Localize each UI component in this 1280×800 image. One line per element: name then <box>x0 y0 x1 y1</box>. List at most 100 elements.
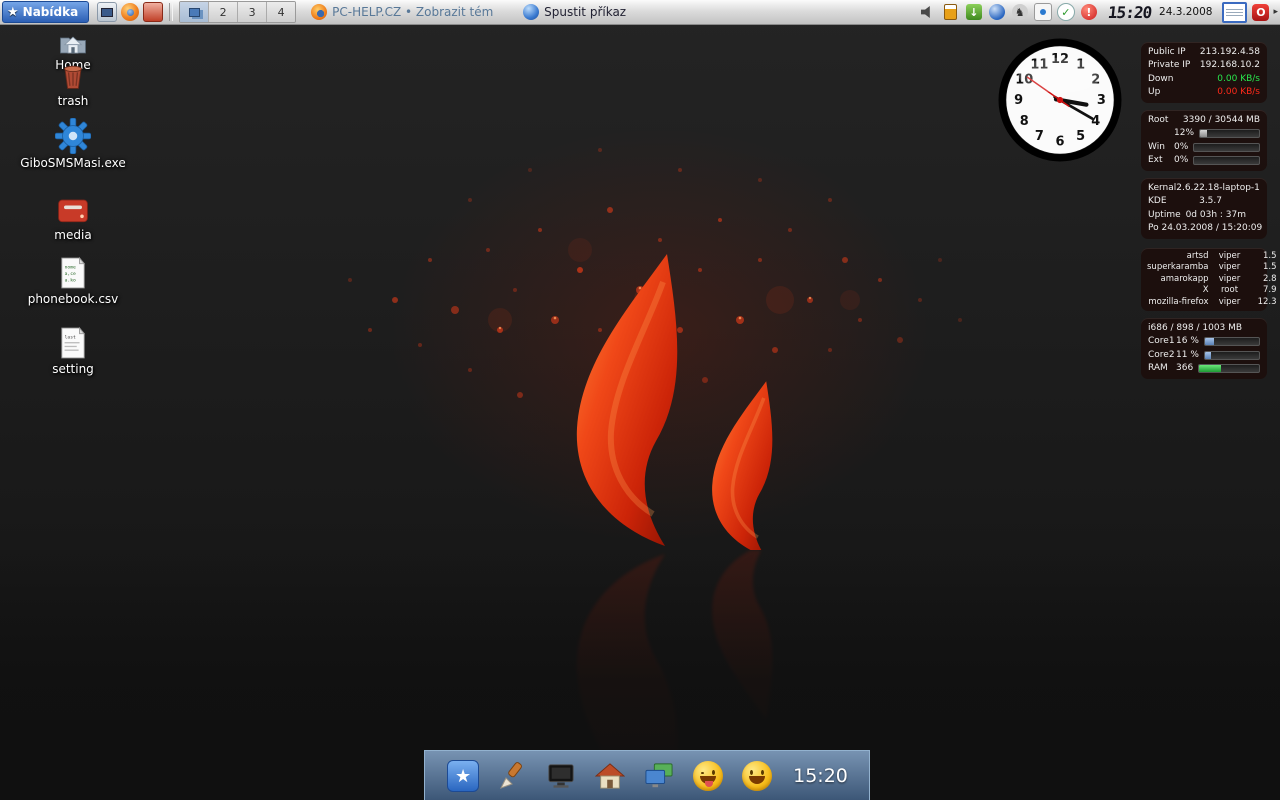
dock-menu-button[interactable]: ★ <box>446 757 480 795</box>
ext-usage-bar <box>1193 156 1260 165</box>
dock-smiley-button[interactable] <box>740 757 774 795</box>
cpu-ram-widget: i686 / 898 / 1003 MB Core116 % Core211 %… <box>1141 318 1267 379</box>
knight-glyph: ♞ <box>1012 4 1028 20</box>
arrow-down-glyph: ↓ <box>966 4 982 20</box>
svg-text:6: 6 <box>1056 134 1065 149</box>
screen-glyph <box>101 8 113 17</box>
paintbrush-icon <box>497 761 527 791</box>
dock-home-button[interactable] <box>593 757 627 795</box>
terminal-icon <box>546 762 576 790</box>
alert-icon[interactable]: ! <box>1080 3 1098 21</box>
window-icon <box>189 8 200 17</box>
home-icon <box>595 762 625 790</box>
dock-paint-button[interactable] <box>495 757 529 795</box>
krusader-launcher-icon[interactable] <box>143 2 163 22</box>
svg-text:a,ce: a,ce <box>65 272 76 277</box>
svg-text:a.ko: a.ko <box>65 277 76 283</box>
panel-hide-arrow-icon[interactable]: ▸ <box>1273 7 1278 17</box>
task-label: PC-HELP.CZ • Zobrazit tém <box>332 5 493 19</box>
panel-right-applets: O <box>1222 2 1269 23</box>
flame-logo <box>545 252 795 550</box>
taskbar-item-firefox[interactable]: PC-HELP.CZ • Zobrazit tém <box>304 1 508 23</box>
globe-glyph <box>127 9 134 16</box>
kmenu-button[interactable]: ★ Nabídka <box>2 1 89 23</box>
svg-text:8: 8 <box>1020 114 1029 129</box>
kopete-icon[interactable] <box>1034 3 1052 21</box>
win-usage-bar <box>1193 143 1260 152</box>
gear-icon <box>18 118 128 154</box>
disk-widget: Root3390 / 30544 MB 12% Win0% Ext0% <box>1141 110 1267 171</box>
konqueror-icon[interactable] <box>988 3 1006 21</box>
taskbar-item-run-command[interactable]: Spustit příkaz <box>516 1 670 23</box>
root-usage-bar <box>1199 129 1260 138</box>
mug-glyph <box>944 4 957 20</box>
panel-clock[interactable]: 15:20 <box>1107 3 1152 22</box>
up-speed: 0.00 KB/s <box>1217 87 1260 98</box>
panel-separator <box>169 3 173 21</box>
displays-icon <box>644 762 674 790</box>
system-tray: ↓ ♞ ✓ ! <box>919 3 1098 21</box>
analog-clock-widget: 1 2 3 4 5 6 7 8 9 10 11 12 <box>998 38 1122 162</box>
pager-desktop-2[interactable]: 2 <box>208 2 237 22</box>
network-widget: Public IP213.192.4.58 Private IP192.168.… <box>1141 42 1267 103</box>
desktop-screen: ★ Nabídka 2 3 4 PC-HELP.CZ • Zobrazit té… <box>0 0 1280 800</box>
dock-clock[interactable]: 15:20 <box>793 765 848 787</box>
icon-label: phonebook.csv <box>18 292 128 306</box>
trash-can-icon <box>18 56 128 92</box>
icon-label: trash <box>18 94 128 108</box>
svg-text:5: 5 <box>1076 129 1085 144</box>
download-icon[interactable]: ↓ <box>965 3 983 21</box>
process-table: artsdviper1.5 superkarambaviper1.5 amaro… <box>1141 251 1267 308</box>
star-icon: ★ <box>7 5 19 20</box>
kmenu-label: Nabídka <box>23 5 79 19</box>
dock-terminal-button[interactable] <box>544 757 578 795</box>
icon-label: GiboSMSMasi.exe <box>18 156 128 170</box>
text-file-icon: last <box>18 324 128 360</box>
chess-icon[interactable]: ♞ <box>1011 3 1029 21</box>
system-info-widget: Kernal2.6.22.18-laptop-1m KDE3.5.7 Uptim… <box>1141 178 1267 239</box>
drive-icon <box>18 190 128 226</box>
desktop-icon-media[interactable]: media <box>18 190 128 242</box>
pager-desktop-1[interactable] <box>180 2 208 22</box>
panel-date[interactable]: 24.3.2008 <box>1159 6 1212 18</box>
firefox-icon <box>311 4 327 20</box>
opera-icon[interactable]: O <box>1252 4 1269 21</box>
task-label: Spustit příkaz <box>544 5 626 19</box>
text-file-icon: nome a,ce a.ko <box>18 254 128 290</box>
leaf-icon[interactable]: ✓ <box>1057 3 1075 21</box>
volume-icon[interactable] <box>919 3 937 21</box>
smiley-icon <box>742 761 772 791</box>
icon-label: media <box>18 228 128 242</box>
core2-bar <box>1204 351 1260 360</box>
svg-text:4: 4 <box>1091 114 1100 129</box>
svg-text:nome: nome <box>65 265 76 270</box>
messenger-glyph <box>1034 3 1052 21</box>
firefox-launcher-icon[interactable] <box>121 3 139 21</box>
run-command-icon <box>523 4 539 20</box>
widget-datetime: Po 24.03.2008 / 15:20:09 <box>1148 223 1262 234</box>
dock-displays-button[interactable] <box>642 757 676 795</box>
desktop-icon-setting[interactable]: last setting <box>18 324 128 376</box>
exclamation-glyph: ! <box>1081 4 1097 20</box>
teatime-icon[interactable] <box>942 3 960 21</box>
quick-launchers <box>97 2 163 22</box>
icon-label: setting <box>18 362 128 376</box>
bottom-dock: ★ <box>424 750 870 800</box>
check-glyph: ✓ <box>1057 3 1075 21</box>
pager-desktop-3[interactable]: 3 <box>237 2 266 22</box>
desktop-icon-phonebook[interactable]: nome a,ce a.ko phonebook.csv <box>18 254 128 306</box>
system-monitor-launcher-icon[interactable] <box>97 2 117 22</box>
process-widget: artsdviper1.5 superkarambaviper1.5 amaro… <box>1141 248 1267 311</box>
desktop-pager: 2 3 4 <box>179 1 296 23</box>
pager-desktop-4[interactable]: 4 <box>266 2 295 22</box>
svg-text:last: last <box>65 334 76 340</box>
dock-smiley-tongue-button[interactable] <box>691 757 725 795</box>
star-icon: ★ <box>447 760 479 792</box>
core1-bar <box>1204 337 1260 346</box>
home-folder-icon <box>18 20 128 56</box>
desktop-icon-trash[interactable]: trash <box>18 56 128 108</box>
notes-icon[interactable] <box>1222 2 1247 23</box>
smiley-tongue-icon <box>693 761 723 791</box>
sphere-glyph <box>989 4 1005 20</box>
desktop-icon-gibosmsmasi[interactable]: GiboSMSMasi.exe <box>18 118 128 170</box>
